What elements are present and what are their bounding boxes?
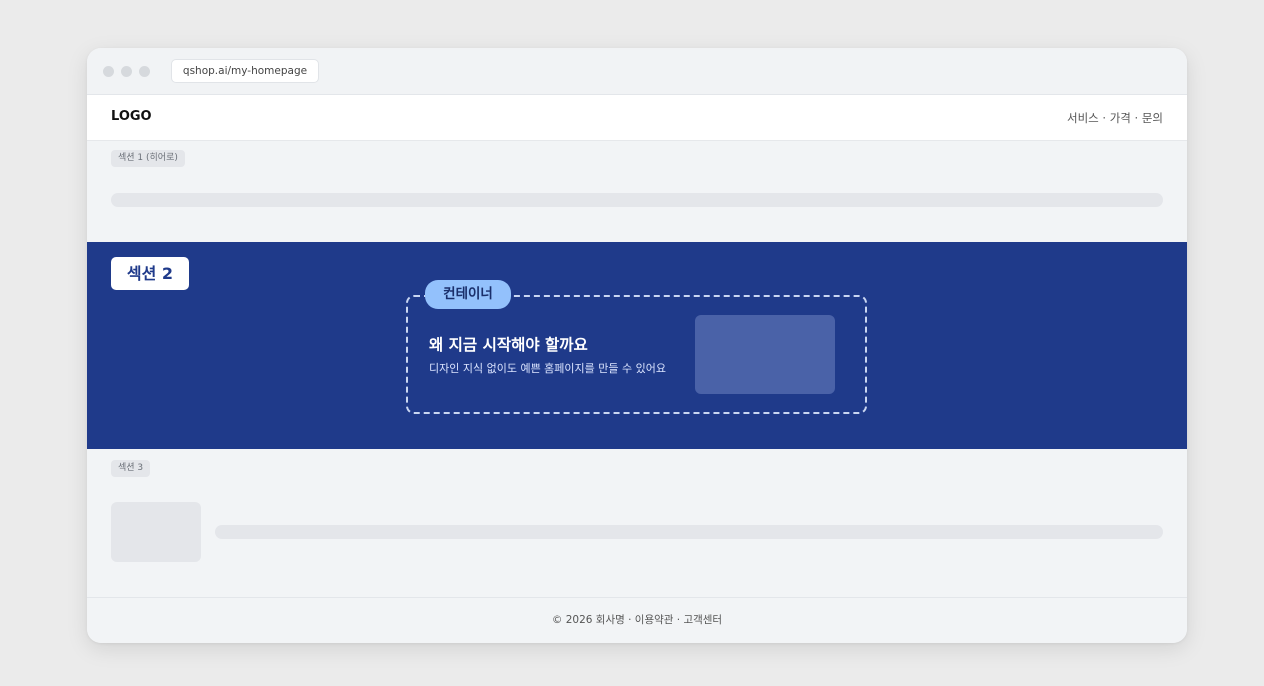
- site-footer: © 2026 회사명 · 이용약관 · 고객센터: [87, 597, 1187, 643]
- section-2-label: 섹션 2: [111, 257, 189, 290]
- section-3-label: 섹션 3: [111, 460, 151, 477]
- browser-chrome: qshop.ai/my-homepage: [87, 48, 1187, 95]
- footer-text: © 2026 회사명 · 이용약관 · 고객센터: [551, 614, 723, 626]
- section-3-skeleton-bar: [215, 525, 1163, 539]
- window-maximize-dot[interactable]: [139, 66, 150, 77]
- window-minimize-dot[interactable]: [121, 66, 132, 77]
- image-placeholder: [695, 315, 835, 394]
- container-subtext: 디자인 지식 없이도 예쁜 홈페이지를 만들 수 있어요: [429, 362, 666, 375]
- hero-section: 섹션 1 (히어로): [87, 141, 1187, 242]
- window-close-dot[interactable]: [103, 66, 114, 77]
- section-3: 섹션 3: [87, 449, 1187, 597]
- site-navbar: LOGO 서비스 · 가격 · 문의: [87, 95, 1187, 141]
- browser-window: qshop.ai/my-homepage LOGO 서비스 · 가격 · 문의 …: [87, 48, 1187, 643]
- container-headline: 왜 지금 시작해야 할까요: [429, 336, 588, 354]
- hero-skeleton-bar: [111, 193, 1163, 207]
- site-logo[interactable]: LOGO: [111, 109, 152, 124]
- section-1-label: 섹션 1 (히어로): [111, 150, 185, 167]
- url-bar[interactable]: qshop.ai/my-homepage: [171, 59, 319, 83]
- section-2: 섹션 2 컨테이너 왜 지금 시작해야 할까요 디자인 지식 없이도 예쁜 홈페…: [87, 242, 1187, 449]
- container-label: 컨테이너: [425, 280, 511, 309]
- thumbnail-placeholder: [111, 502, 201, 562]
- nav-links[interactable]: 서비스 · 가격 · 문의: [1067, 110, 1163, 126]
